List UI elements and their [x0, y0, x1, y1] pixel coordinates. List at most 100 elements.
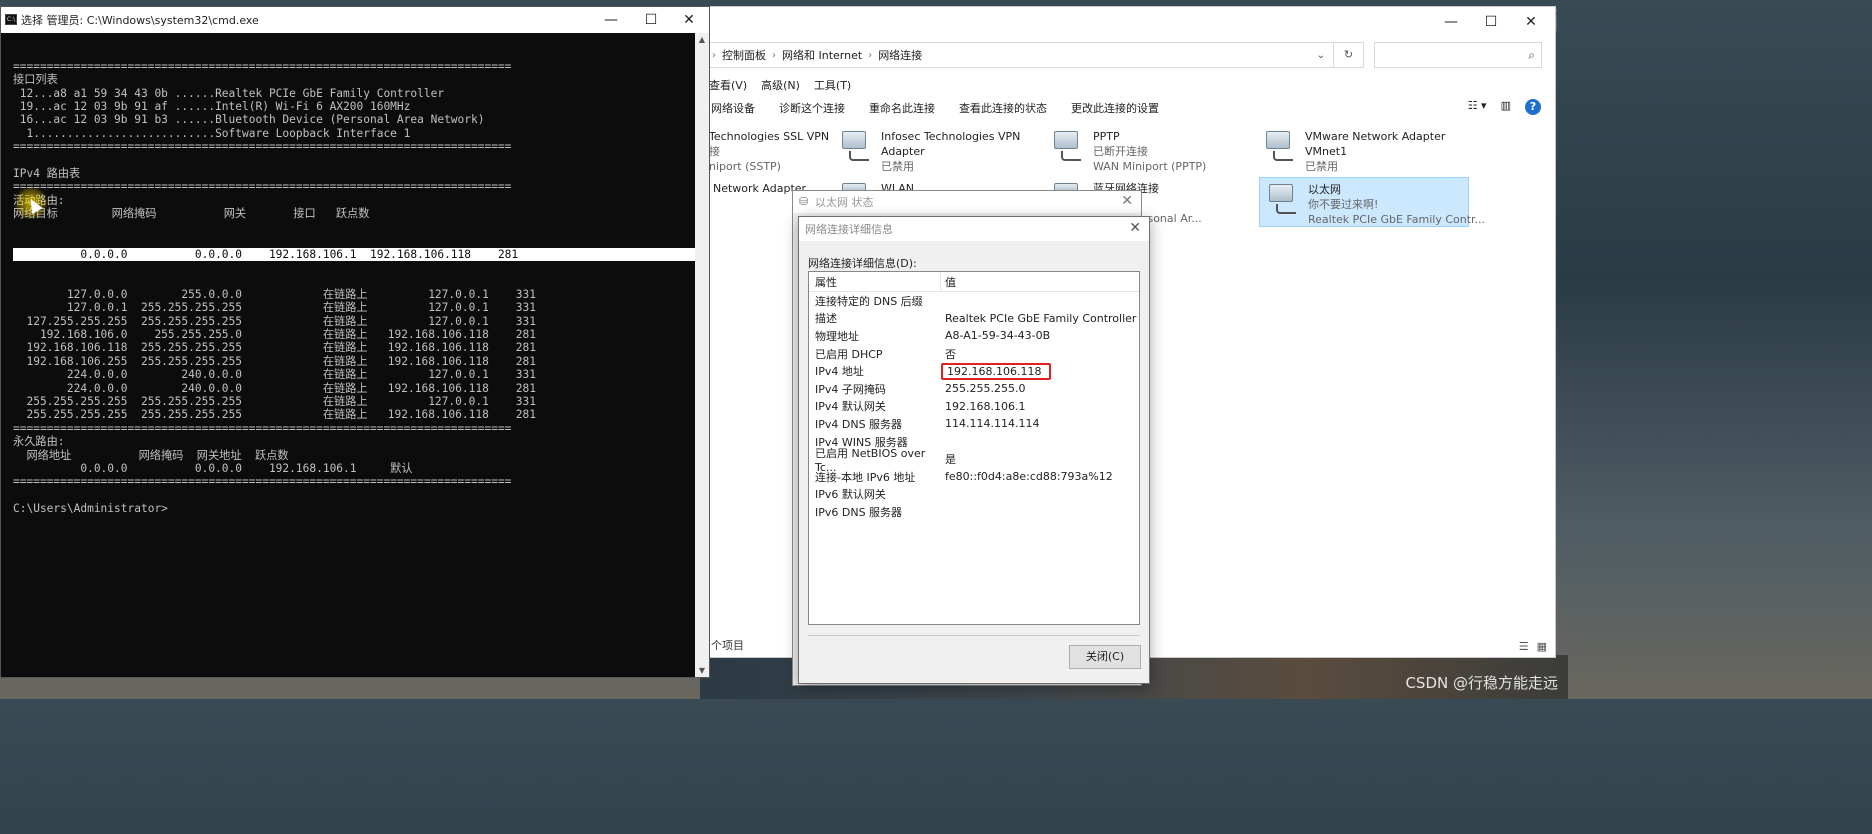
- cmd-line: 16...ac 12 03 9b 91 b3 ......Bluetooth D…: [13, 113, 485, 127]
- view-switch: ☰ ▦: [1519, 640, 1547, 653]
- details-row[interactable]: IPv4 DNS 服务器 114.114.114.114: [809, 415, 1139, 433]
- details-row[interactable]: 物理地址 A8-A1-59-34-43-0B: [809, 327, 1139, 345]
- cmd-line: [13, 489, 697, 502]
- close-button[interactable]: 关闭(C): [1069, 645, 1141, 669]
- menu-advanced[interactable]: 高级(N): [761, 77, 800, 93]
- details-rows: 连接特定的 DNS 后缀 描述 Realtek PCIe GbE Family Co…: [809, 292, 1139, 521]
- cmd-line: ========================================…: [13, 59, 512, 73]
- close-icon[interactable]: ✕: [673, 9, 705, 31]
- cmd-line: 活动路由:: [13, 194, 697, 207]
- cmd-line: 0.0.0.0 0.0.0.0 192.168.106.1 默认: [13, 462, 413, 475]
- adapter-infosec-vpn[interactable]: Infosec Technologies VPN Adapter 已禁用: [839, 129, 1020, 174]
- maximize-icon[interactable]: ☐: [635, 9, 667, 31]
- details-row[interactable]: IPv4 地址 192.168.106.118: [809, 362, 1139, 380]
- details-row[interactable]: IPv6 默认网关: [809, 486, 1139, 504]
- property-value: 是: [945, 453, 956, 467]
- explorer-titlebar: — ☐ ✕: [701, 7, 1555, 37]
- cmd-line: 接口列表: [13, 73, 58, 87]
- adapter-sstp[interactable]: Technologies SSL VPN 接 niport (SSTP): [709, 129, 829, 174]
- close-icon[interactable]: ✕: [1129, 220, 1141, 236]
- details-row[interactable]: IPv4 子网掩码 255.255.255.0: [809, 380, 1139, 398]
- view-options-icon[interactable]: ☷ ▾: [1468, 99, 1487, 115]
- cmd-output-before: ========================================…: [13, 60, 697, 221]
- help-icon[interactable]: ?: [1525, 99, 1541, 115]
- cmd-output-after: 127.0.0.0 255.0.0.0 在链路上 127.0.0.1 331 1…: [13, 288, 697, 516]
- minimize-icon[interactable]: —: [595, 9, 627, 31]
- chevron-right-icon: ›: [868, 49, 873, 61]
- cmd-network-device[interactable]: 网络设备: [711, 100, 755, 116]
- property-value: 114.114.114.114: [945, 417, 1040, 431]
- ethernet-icon: ⛁: [799, 195, 809, 208]
- cmd-line: 1...........................Software Loo…: [13, 126, 411, 140]
- cmd-line: 网络目标 网络掩码 网关 接口 跃点数: [13, 207, 370, 221]
- header-property[interactable]: 属性: [809, 272, 941, 291]
- minimize-icon[interactable]: —: [1435, 11, 1467, 33]
- property-name: 连接-本地 IPv6 地址: [815, 470, 916, 484]
- divider: [808, 635, 1140, 636]
- network-adapter-icon: [1051, 129, 1085, 163]
- chevron-right-icon: ›: [772, 49, 776, 61]
- details-view-icon[interactable]: ☰: [1519, 640, 1529, 653]
- details-row[interactable]: 描述 Realtek PCIe GbE Family Controller: [809, 310, 1139, 328]
- preview-pane-icon[interactable]: ▥: [1501, 99, 1511, 115]
- cmd-line: 224.0.0.0 240.0.0.0 在链路上 192.168.106.118…: [13, 381, 536, 395]
- details-list-label: 网络连接详细信息(D):: [808, 257, 917, 270]
- cmd-line: 127.0.0.0 255.0.0.0 在链路上 127.0.0.1 331: [13, 287, 536, 301]
- scroll-down-icon[interactable]: ▼: [695, 666, 709, 675]
- details-row[interactable]: 连接特定的 DNS 后缀: [809, 292, 1139, 310]
- connection-details-dialog: 网络连接详细信息 ✕ 网络连接详细信息(D): 属性 值 连接特定的 DNS 后…: [798, 216, 1150, 684]
- cmd-line: 网络地址 网络掩码 网关地址 跃点数: [13, 448, 289, 462]
- chevron-down-icon[interactable]: ⌄: [1317, 50, 1325, 61]
- close-icon[interactable]: ✕: [1121, 193, 1133, 209]
- cmd-view-status[interactable]: 查看此连接的状态: [959, 100, 1047, 116]
- details-row[interactable]: IPv6 DNS 服务器: [809, 503, 1139, 521]
- property-value: 192.168.106.1: [945, 399, 1026, 413]
- scroll-up-icon[interactable]: ▲: [695, 35, 709, 44]
- property-name: IPv6 DNS 服务器: [815, 505, 903, 519]
- cmd-diagnose[interactable]: 诊断这个连接: [779, 100, 845, 116]
- network-adapter-icon: [1263, 129, 1297, 163]
- details-row[interactable]: 已启用 NetBIOS over Tc... 是: [809, 447, 1139, 474]
- breadcrumb-control-panel[interactable]: 控制面板: [722, 47, 766, 63]
- details-row[interactable]: IPv4 默认网关 192.168.106.1: [809, 398, 1139, 416]
- header-value[interactable]: 值: [941, 274, 956, 290]
- adapter-pptp[interactable]: PPTP 已断开连接 WAN Miniport (PPTP): [1051, 129, 1206, 174]
- property-name: 描述: [815, 312, 837, 326]
- network-adapter-icon: [839, 129, 873, 163]
- cmd-output[interactable]: ========================================…: [13, 33, 697, 677]
- cmd-change-settings[interactable]: 更改此连接的设置: [1071, 100, 1159, 116]
- maximize-icon[interactable]: ☐: [1475, 11, 1507, 33]
- cmd-line: 192.168.106.255 255.255.255.255 在链路上 192…: [13, 354, 536, 368]
- menu-view[interactable]: 查看(V): [709, 77, 747, 93]
- close-icon[interactable]: ✕: [1515, 11, 1547, 33]
- search-input[interactable]: ⌕: [1374, 42, 1542, 68]
- adapter-vmnet1[interactable]: VMware Network Adapter VMnet1 已禁用: [1263, 129, 1445, 174]
- property-name: 连接特定的 DNS 后缀: [815, 294, 923, 308]
- breadcrumb-network-connections[interactable]: 网络连接: [878, 47, 922, 63]
- details-row[interactable]: 连接-本地 IPv6 地址 fe80::f0d4:a8e:cd88:793a%12: [809, 468, 1139, 486]
- menu-tools[interactable]: 工具(T): [814, 77, 851, 93]
- details-list[interactable]: 属性 值 连接特定的 DNS 后缀 描述 Realtek PCIe GbE Fami…: [808, 271, 1140, 625]
- refresh-icon[interactable]: ↻: [1333, 42, 1363, 68]
- status-bar-text: 个项目: [711, 639, 744, 652]
- large-icons-view-icon[interactable]: ▦: [1537, 640, 1547, 653]
- property-name: IPv4 DNS 服务器: [815, 417, 903, 431]
- property-value: fe80::f0d4:a8e:cd88:793a%12: [945, 470, 1113, 484]
- cmd-line: 255.255.255.255 255.255.255.255 在链路上 127…: [13, 394, 536, 408]
- cmd-line: C:\Users\Administrator>: [13, 502, 168, 516]
- address-bar[interactable]: › 控制面板 › 网络和 Internet › 网络连接 ⌄ ↻: [701, 42, 1364, 68]
- details-row[interactable]: 已启用 DHCP 否: [809, 345, 1139, 363]
- details-header: 属性 值: [809, 272, 1139, 292]
- ipv4-address-highlighted: 192.168.106.118: [941, 362, 1052, 380]
- property-name: 物理地址: [815, 329, 859, 343]
- cmd-rename[interactable]: 重命名此连接: [869, 100, 935, 116]
- cmd-title: 选择 管理员: C:\Windows\system32\cmd.exe: [21, 14, 259, 27]
- chevron-right-icon: ›: [712, 49, 716, 61]
- details-title: 网络连接详细信息: [805, 223, 893, 236]
- breadcrumb-network-internet[interactable]: 网络和 Internet: [782, 47, 862, 63]
- cmd-line: 224.0.0.0 240.0.0.0 在链路上 127.0.0.1 331: [13, 368, 536, 382]
- cmd-scrollbar[interactable]: ▲ ▼: [695, 33, 709, 677]
- property-value: Realtek PCIe GbE Family Controller: [945, 311, 1137, 325]
- adapter-ethernet[interactable]: 以太网 你不要过来啊! Realtek PCIe GbE Family Cont…: [1259, 177, 1485, 227]
- cmd-line: 127.255.255.255 255.255.255.255 在链路上 127…: [13, 314, 536, 328]
